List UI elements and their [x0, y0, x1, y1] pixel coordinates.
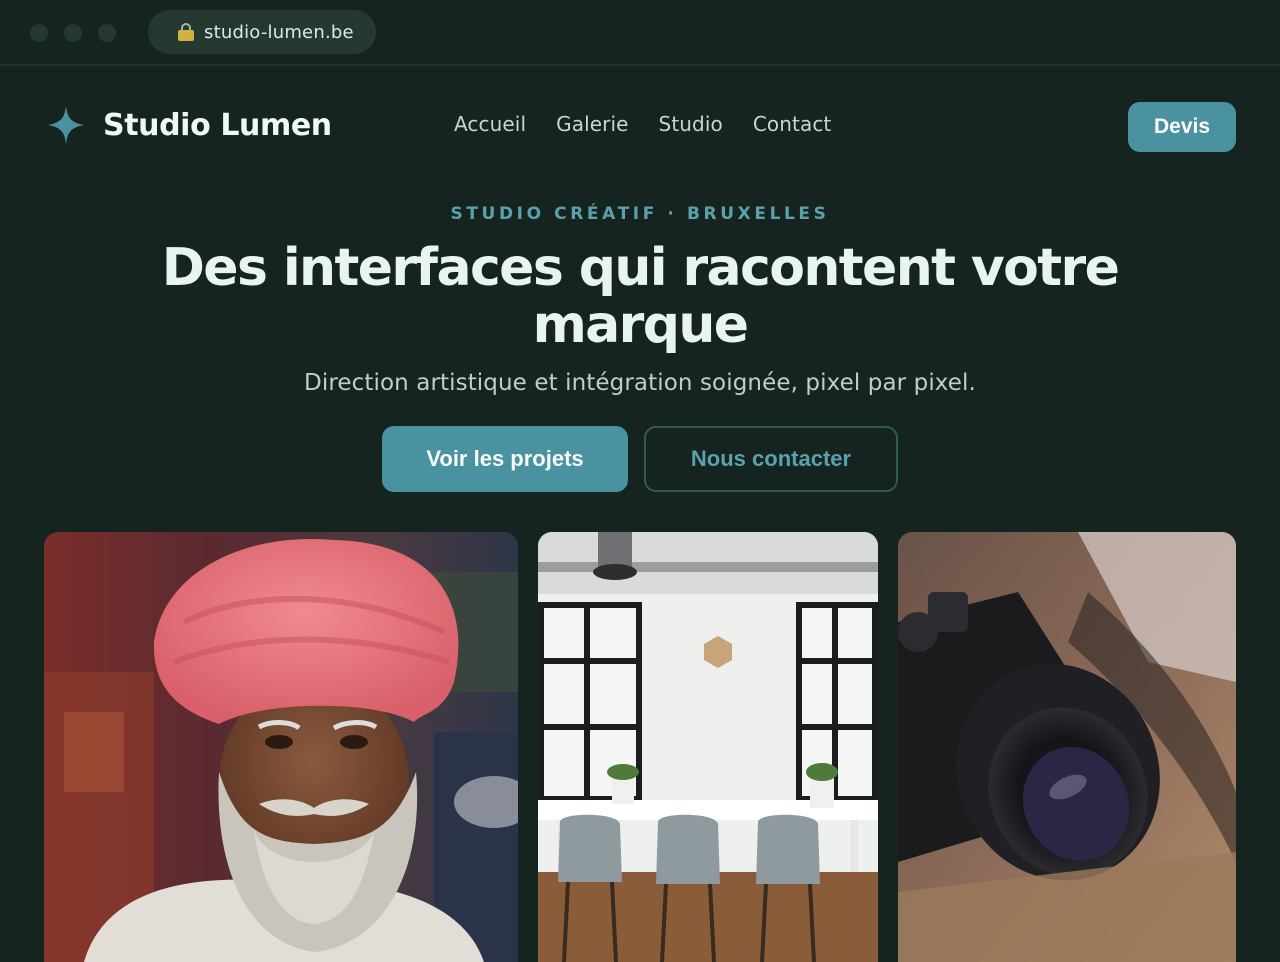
contact-us-button[interactable]: Nous contacter	[644, 426, 898, 492]
nav-link-galerie[interactable]: Galerie	[556, 112, 628, 136]
sparkle-star-icon	[48, 106, 84, 144]
nav-link-studio[interactable]: Studio	[659, 112, 723, 136]
gallery-card-office[interactable]	[538, 532, 878, 962]
camera-image	[898, 532, 1236, 962]
brand-name: Studio Lumen	[103, 107, 332, 143]
hero-subline: Direction artistique et intégration soig…	[304, 370, 976, 396]
hero-eyebrow: STUDIO CRÉATIF · BRUXELLES	[450, 204, 830, 224]
browser-chrome: studio-lumen.be	[0, 0, 1280, 66]
window-minimize-dot[interactable]	[64, 24, 82, 42]
lock-icon	[178, 23, 194, 41]
window-close-dot[interactable]	[30, 24, 48, 42]
hero-headline: Des interfaces qui racontent votre marqu…	[161, 238, 1120, 355]
main-nav: Accueil Galerie Studio Contact	[454, 112, 861, 136]
gallery-card-camera[interactable]	[898, 532, 1236, 962]
url-text: studio-lumen.be	[204, 21, 354, 43]
nav-link-accueil[interactable]: Accueil	[454, 112, 526, 136]
gallery-card-portrait[interactable]	[44, 532, 518, 962]
address-bar[interactable]: studio-lumen.be	[148, 10, 376, 54]
devis-button[interactable]: Devis	[1128, 102, 1236, 152]
view-projects-button[interactable]: Voir les projets	[382, 426, 628, 492]
logo[interactable]: Studio Lumen	[48, 106, 332, 144]
nav-link-contact[interactable]: Contact	[753, 112, 832, 136]
portrait-image	[44, 532, 518, 962]
office-image	[538, 532, 878, 962]
window-zoom-dot[interactable]	[98, 24, 116, 42]
